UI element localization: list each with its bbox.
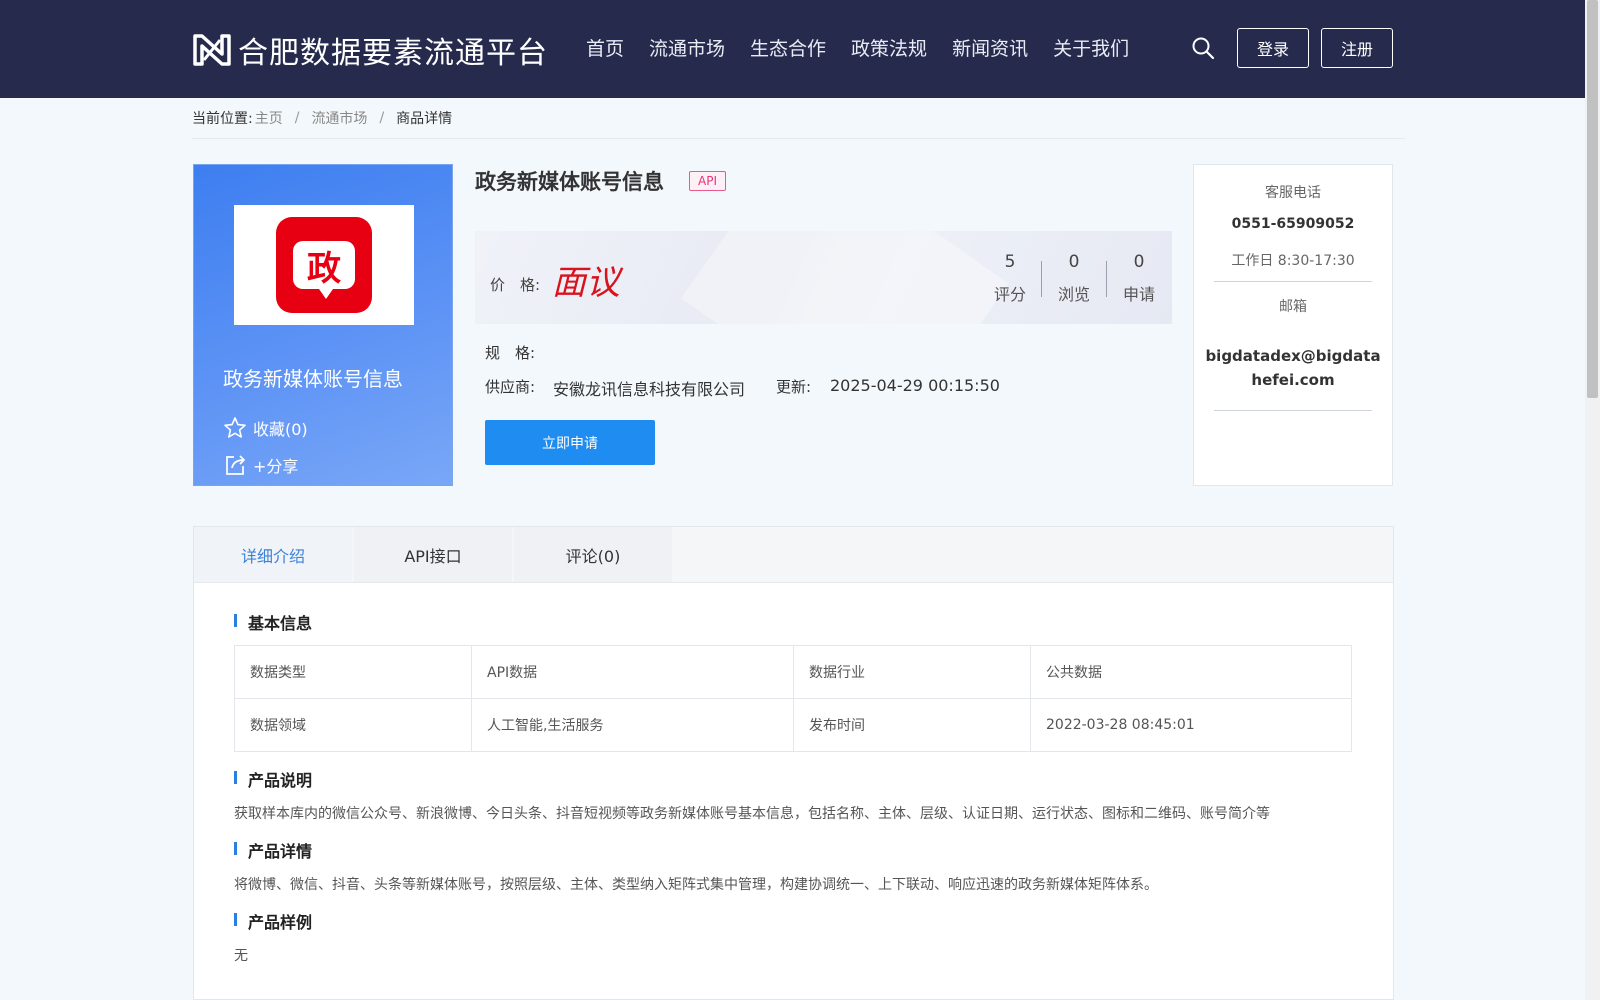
share-icon [226, 455, 246, 475]
price-label: 价 格: [490, 276, 541, 294]
stat-views-value: 0 [1068, 252, 1080, 272]
contact-divider [1214, 281, 1372, 282]
nav-market[interactable]: 流通市场 [649, 34, 725, 61]
breadcrumb-divider [192, 138, 1405, 139]
contact-card: 客服电话 0551-65909052 工作日 8:30-17:30 邮箱 big… [1193, 164, 1393, 486]
update-time: 2025-04-29 00:15:50 [830, 376, 1000, 395]
update-label: 更新: [776, 378, 812, 396]
site-logo[interactable]: 合肥数据要素流通平台 [192, 28, 548, 72]
spec-label: 规 格: [485, 344, 536, 362]
brand-logo-icon [193, 34, 231, 66]
main-nav: 首页 流通市场 生态合作 政策法规 新闻资讯 关于我们 [586, 34, 1154, 61]
gov-logo-icon: 政 [276, 217, 372, 313]
brand-name: 合肥数据要素流通平台 [238, 36, 548, 71]
nav-ecosystem[interactable]: 生态合作 [750, 34, 826, 61]
breadcrumb-home[interactable]: 主页 [255, 108, 283, 128]
stat-rating-label: 评分 [993, 285, 1026, 304]
stat-divider [1106, 261, 1107, 297]
tab-api[interactable]: API接口 [354, 527, 512, 582]
table-cell: 2022-03-28 08:45:01 [1030, 698, 1352, 752]
sample-heading: 产品样例 [234, 909, 312, 933]
email-line-2: hefei.com [1251, 371, 1335, 389]
details-heading: 产品详情 [234, 838, 312, 862]
product-cover-card: 政 政务新媒体账号信息 收藏(0) +分享 [193, 164, 453, 486]
email-label: 邮箱 [1279, 299, 1307, 315]
supplier-label: 供应商: [485, 378, 536, 396]
breadcrumb-prefix: 当前位置: [192, 111, 253, 127]
table-cell: 数据类型 [234, 645, 472, 699]
favorite-label: 收藏(0) [253, 420, 308, 439]
register-button[interactable]: 注册 [1321, 28, 1393, 68]
share-button[interactable]: +分享 [223, 453, 298, 477]
sample-text: 无 [234, 948, 248, 964]
search-icon[interactable] [1191, 36, 1215, 64]
stat-rating: 5 评分 [985, 252, 1035, 305]
basic-info-heading: 基本信息 [234, 610, 312, 634]
scrollbar-thumb[interactable] [1587, 0, 1598, 398]
price-panel: 价 格: 面议 5 评分 0 浏览 0 申请 [475, 231, 1172, 324]
stat-divider [1041, 261, 1042, 297]
api-badge: API [689, 171, 726, 191]
table-cell: 发布时间 [793, 698, 1031, 752]
phone-label: 客服电话 [1265, 185, 1321, 201]
contact-divider [1214, 410, 1372, 411]
table-cell: API数据 [471, 645, 794, 699]
supplier-name: 安徽龙讯信息科技有限公司 [553, 380, 746, 399]
description-text: 获取样本库内的微信公众号、新浪微博、今日头条、抖音短视频等政务新媒体账号基本信息… [234, 806, 1270, 822]
favorite-button[interactable]: 收藏(0) [223, 416, 308, 440]
table-row: 数据类型 API数据 数据行业 公共数据 [234, 645, 1352, 699]
tab-details[interactable]: 详细介绍 [194, 527, 352, 582]
breadcrumb-market[interactable]: 流通市场 [311, 108, 367, 128]
stat-rating-value: 5 [1004, 252, 1016, 272]
table-row: 数据领域 人工智能,生活服务 发布时间 2022-03-28 08:45:01 [234, 698, 1352, 752]
details-text: 将微博、微信、抖音、头条等新媒体账号，按照层级、主体、类型纳入矩阵式集中管理，构… [234, 877, 1158, 893]
phone-number: 0551-65909052 [1231, 216, 1355, 232]
nav-policy[interactable]: 政策法规 [851, 34, 927, 61]
tab-bar: 详细介绍 API接口 评论(0) [194, 527, 1393, 583]
email-line-1: bigdatadex@bigdata [1205, 347, 1381, 365]
nav-news[interactable]: 新闻资讯 [952, 34, 1028, 61]
price-value: 面议 [552, 263, 620, 303]
table-cell: 人工智能,生活服务 [471, 698, 794, 752]
stat-applications: 0 申请 [1114, 252, 1164, 305]
service-hours: 工作日 8:30-17:30 [1231, 253, 1355, 269]
stat-applications-label: 申请 [1122, 285, 1155, 304]
breadcrumb: 当前位置: 主页 / 流通市场 / 商品详情 [192, 108, 453, 128]
product-title: 政务新媒体账号信息 [475, 170, 664, 194]
stat-views: 0 浏览 [1049, 252, 1099, 305]
nav-about[interactable]: 关于我们 [1053, 34, 1129, 61]
gov-logo-char: 政 [293, 241, 355, 299]
product-card-name: 政务新媒体账号信息 [223, 367, 403, 391]
share-label: +分享 [253, 457, 299, 476]
stat-views-label: 浏览 [1057, 285, 1090, 304]
nav-home[interactable]: 首页 [586, 34, 624, 61]
stat-applications-value: 0 [1133, 252, 1145, 272]
tab-comments[interactable]: 评论(0) [514, 527, 672, 582]
login-button[interactable]: 登录 [1237, 28, 1309, 68]
description-heading: 产品说明 [234, 767, 312, 791]
star-icon [224, 417, 246, 438]
detail-panel: 详细介绍 API接口 评论(0) 基本信息 数据类型 API数据 数据行业 公共… [193, 526, 1394, 1000]
table-cell: 公共数据 [1030, 645, 1352, 699]
breadcrumb-current: 商品详情 [396, 111, 453, 127]
top-navbar: 合肥数据要素流通平台 首页 流通市场 生态合作 政策法规 新闻资讯 关于我们 登… [0, 0, 1585, 98]
product-logo-frame: 政 [234, 205, 414, 325]
table-cell: 数据行业 [793, 645, 1031, 699]
apply-now-button[interactable]: 立即申请 [485, 420, 655, 465]
table-cell: 数据领域 [234, 698, 472, 752]
page-scrollbar[interactable] [1585, 0, 1600, 1000]
basic-info-table: 数据类型 API数据 数据行业 公共数据 数据领域 人工智能,生活服务 发布时间… [234, 645, 1352, 752]
